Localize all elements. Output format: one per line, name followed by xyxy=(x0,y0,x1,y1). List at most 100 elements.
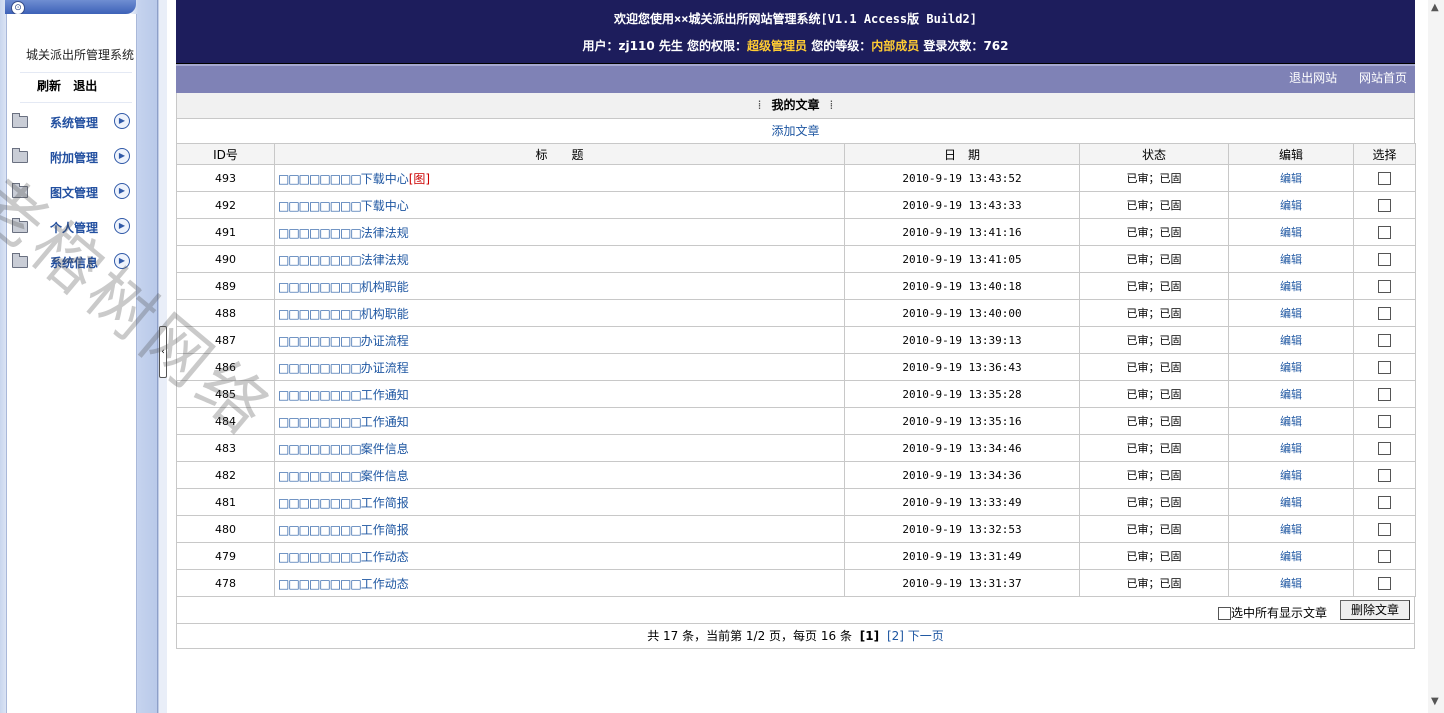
refresh-link[interactable]: 刷新 xyxy=(37,79,61,93)
table-row: 491 □□□□□□□□法律法规 2010-9-19 13:41:16 已审；已固 编辑 xyxy=(176,218,1416,246)
row-title: □□□□□□□□工作简报 xyxy=(274,515,845,543)
arrow-right-icon[interactable]: ▶ xyxy=(114,148,130,164)
row-edit: 编辑 xyxy=(1228,164,1354,192)
edit-link[interactable]: 编辑 xyxy=(1280,550,1302,563)
row-checkbox[interactable] xyxy=(1378,441,1391,455)
folder-icon xyxy=(12,218,28,233)
menu-item-article-management[interactable]: 图文管理 ▶ xyxy=(10,181,134,203)
edit-link[interactable]: 编辑 xyxy=(1280,253,1302,266)
article-title-link[interactable]: □□□□□□□□机构职能 xyxy=(278,280,409,294)
collapse-icon[interactable]: ⊙ xyxy=(11,1,25,15)
article-title-link[interactable]: □□□□□□□□工作动态 xyxy=(278,550,409,564)
row-status: 已审；已固 xyxy=(1079,461,1229,489)
title-glyphs: □□□□□□□□ xyxy=(278,468,362,483)
section-title: ⁞ 我的文章 ⁞ xyxy=(176,93,1415,119)
row-status: 已审；已固 xyxy=(1079,353,1229,381)
article-title-link[interactable]: □□□□□□□□机构职能 xyxy=(278,307,409,321)
article-title-link[interactable]: □□□□□□□□下载中心 xyxy=(278,199,409,213)
row-checkbox[interactable] xyxy=(1378,279,1391,293)
divider xyxy=(20,102,132,103)
row-checkbox[interactable] xyxy=(1378,576,1391,590)
user-prefix: 用户： xyxy=(582,39,619,53)
vertical-scrollbar[interactable]: ▲ ▼ xyxy=(1428,0,1444,713)
article-title-link[interactable]: □□□□□□□□工作简报 xyxy=(278,523,409,537)
edit-link[interactable]: 编辑 xyxy=(1280,361,1302,374)
arrow-right-icon[interactable]: ▶ xyxy=(114,218,130,234)
article-title-link[interactable]: □□□□□□□□法律法规 xyxy=(278,226,409,240)
title-text: 法律法规 xyxy=(360,225,409,240)
row-status: 已审；已固 xyxy=(1079,542,1229,570)
logout-link[interactable]: 退出 xyxy=(73,79,97,93)
edit-link[interactable]: 编辑 xyxy=(1280,469,1302,482)
row-checkbox[interactable] xyxy=(1378,468,1391,482)
edit-link[interactable]: 编辑 xyxy=(1280,496,1302,509)
edit-link[interactable]: 编辑 xyxy=(1280,442,1302,455)
row-checkbox[interactable] xyxy=(1378,333,1391,347)
row-checkbox[interactable] xyxy=(1378,549,1391,563)
home-link[interactable]: 网站首页 xyxy=(1359,71,1407,85)
menu-item-extra-management[interactable]: 附加管理 ▶ xyxy=(10,146,134,168)
row-title: □□□□□□□□机构职能 xyxy=(274,272,845,300)
edit-link[interactable]: 编辑 xyxy=(1280,415,1302,428)
article-title-link[interactable]: □□□□□□□□下载中心 xyxy=(278,172,409,186)
row-checkbox[interactable] xyxy=(1378,252,1391,266)
article-title-link[interactable]: □□□□□□□□工作通知 xyxy=(278,415,409,429)
scroll-down-icon[interactable]: ▼ xyxy=(1431,696,1439,707)
edit-link[interactable]: 编辑 xyxy=(1280,577,1302,590)
article-title-link[interactable]: □□□□□□□□办证流程 xyxy=(278,334,409,348)
arrow-right-icon[interactable]: ▶ xyxy=(114,113,130,129)
row-checkbox[interactable] xyxy=(1378,306,1391,320)
article-title-link[interactable]: □□□□□□□□工作通知 xyxy=(278,388,409,402)
article-title-link[interactable]: □□□□□□□□工作动态 xyxy=(278,577,409,591)
arrow-right-icon[interactable]: ▶ xyxy=(114,183,130,199)
row-date: 2010-9-19 13:41:05 xyxy=(844,245,1080,273)
folder-icon xyxy=(12,148,28,163)
row-edit: 编辑 xyxy=(1228,488,1354,516)
row-checkbox[interactable] xyxy=(1378,171,1391,185)
delete-articles-button[interactable]: 删除文章 xyxy=(1340,600,1410,620)
collapse-left-icon[interactable]: ‹ xyxy=(159,326,167,378)
edit-link[interactable]: 编辑 xyxy=(1280,334,1302,347)
scroll-up-icon[interactable]: ▲ xyxy=(1431,2,1439,13)
article-title-link[interactable]: □□□□□□□□法律法规 xyxy=(278,253,409,267)
row-date: 2010-9-19 13:33:49 xyxy=(844,488,1080,516)
edit-link[interactable]: 编辑 xyxy=(1280,226,1302,239)
exit-site-link[interactable]: 退出网站 xyxy=(1289,71,1337,85)
select-all-checkbox[interactable] xyxy=(1217,607,1231,620)
edit-link[interactable]: 编辑 xyxy=(1280,199,1302,212)
row-checkbox[interactable] xyxy=(1378,495,1391,509)
page-2-link[interactable]: [2] xyxy=(887,629,904,643)
edit-link[interactable]: 编辑 xyxy=(1280,388,1302,401)
article-title-link[interactable]: □□□□□□□□案件信息 xyxy=(278,442,409,456)
row-checkbox[interactable] xyxy=(1378,360,1391,374)
image-tag: [图] xyxy=(408,171,431,186)
edit-link[interactable]: 编辑 xyxy=(1280,280,1302,293)
row-checkbox[interactable] xyxy=(1378,522,1391,536)
row-checkbox[interactable] xyxy=(1378,225,1391,239)
row-checkbox[interactable] xyxy=(1378,414,1391,428)
row-checkbox[interactable] xyxy=(1378,387,1391,401)
next-page-link[interactable]: 下一页 xyxy=(908,629,944,643)
arrow-right-icon[interactable]: ▶ xyxy=(114,253,130,269)
row-status: 已审；已固 xyxy=(1079,299,1229,327)
row-checkbox[interactable] xyxy=(1378,198,1391,212)
edit-link[interactable]: 编辑 xyxy=(1280,172,1302,185)
edit-link[interactable]: 编辑 xyxy=(1280,307,1302,320)
menu-item-personal-management[interactable]: 个人管理 ▶ xyxy=(10,216,134,238)
select-all[interactable]: 选中所有显示文章 xyxy=(1217,604,1327,621)
row-date: 2010-9-19 13:39:13 xyxy=(844,326,1080,354)
article-title-link[interactable]: □□□□□□□□工作简报 xyxy=(278,496,409,510)
article-title-link[interactable]: □□□□□□□□办证流程 xyxy=(278,361,409,375)
edit-link[interactable]: 编辑 xyxy=(1280,523,1302,536)
row-status: 已审；已固 xyxy=(1079,272,1229,300)
article-title-link[interactable]: □□□□□□□□案件信息 xyxy=(278,469,409,483)
frame-splitter[interactable]: ‹ xyxy=(158,0,167,713)
menu-item-system-management[interactable]: 系统管理 ▶ xyxy=(10,111,134,133)
add-article-link[interactable]: 添加文章 xyxy=(771,124,819,138)
pager-summary: 共 17 条，当前第 1/2 页，每页 16 条 xyxy=(647,629,852,643)
row-status: 已审；已固 xyxy=(1079,218,1229,246)
title-glyphs: □□□□□□□□ xyxy=(278,441,362,456)
menu-item-system-info[interactable]: 系统信息 ▶ xyxy=(10,251,134,273)
login-prefix: 登录次数： xyxy=(919,39,984,53)
row-status: 已审；已固 xyxy=(1079,245,1229,273)
